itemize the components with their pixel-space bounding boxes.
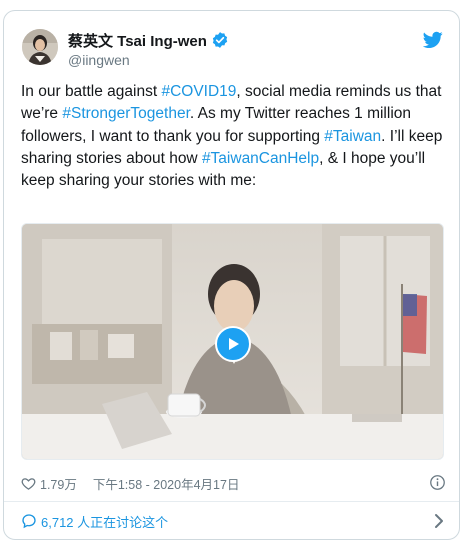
play-icon bbox=[229, 338, 239, 350]
hashtag-link[interactable]: #Taiwan bbox=[324, 128, 381, 145]
tweet-timestamp[interactable]: 下午1:58 - 2020年4月17日 bbox=[93, 474, 240, 493]
heart-icon bbox=[21, 477, 36, 490]
conversation-count-label[interactable]: 6,712 人正在讨论这个 bbox=[41, 512, 168, 531]
avatar[interactable] bbox=[22, 29, 58, 65]
author-handle[interactable]: @iingwen bbox=[68, 52, 130, 68]
author-name-row[interactable]: 蔡英文 Tsai Ing-wen bbox=[68, 30, 229, 50]
comment-bubble-icon bbox=[22, 514, 36, 529]
conversation-link[interactable]: 6,712 人正在讨论这个 bbox=[21, 511, 446, 531]
hashtag-link[interactable]: #COVID19 bbox=[161, 83, 236, 100]
author-display-name[interactable]: 蔡英文 Tsai Ing-wen bbox=[68, 30, 207, 51]
divider bbox=[4, 501, 459, 502]
play-button[interactable] bbox=[215, 326, 251, 362]
verified-badge-icon bbox=[212, 32, 228, 48]
video-player[interactable] bbox=[21, 223, 444, 460]
embedded-tweet-card: 蔡英文 Tsai Ing-wen @iingwen In our battle … bbox=[3, 10, 460, 540]
hashtag-link[interactable]: #StrongerTogether bbox=[62, 105, 190, 122]
chevron-right-icon[interactable] bbox=[432, 513, 446, 529]
twitter-bird-icon[interactable] bbox=[423, 31, 443, 49]
tweet-text: In our battle against #COVID19, social m… bbox=[21, 81, 446, 192]
like-count: 1.79万 bbox=[40, 477, 77, 492]
hashtag-link[interactable]: #TaiwanCanHelp bbox=[202, 150, 319, 167]
avatar-photo bbox=[22, 29, 58, 65]
like-action[interactable]: 1.79万 bbox=[21, 474, 77, 493]
tweet-text-segment: In our battle against bbox=[21, 83, 162, 100]
tweet-meta-row: 1.79万 下午1:58 - 2020年4月17日 bbox=[21, 474, 446, 492]
info-icon[interactable] bbox=[429, 474, 446, 491]
